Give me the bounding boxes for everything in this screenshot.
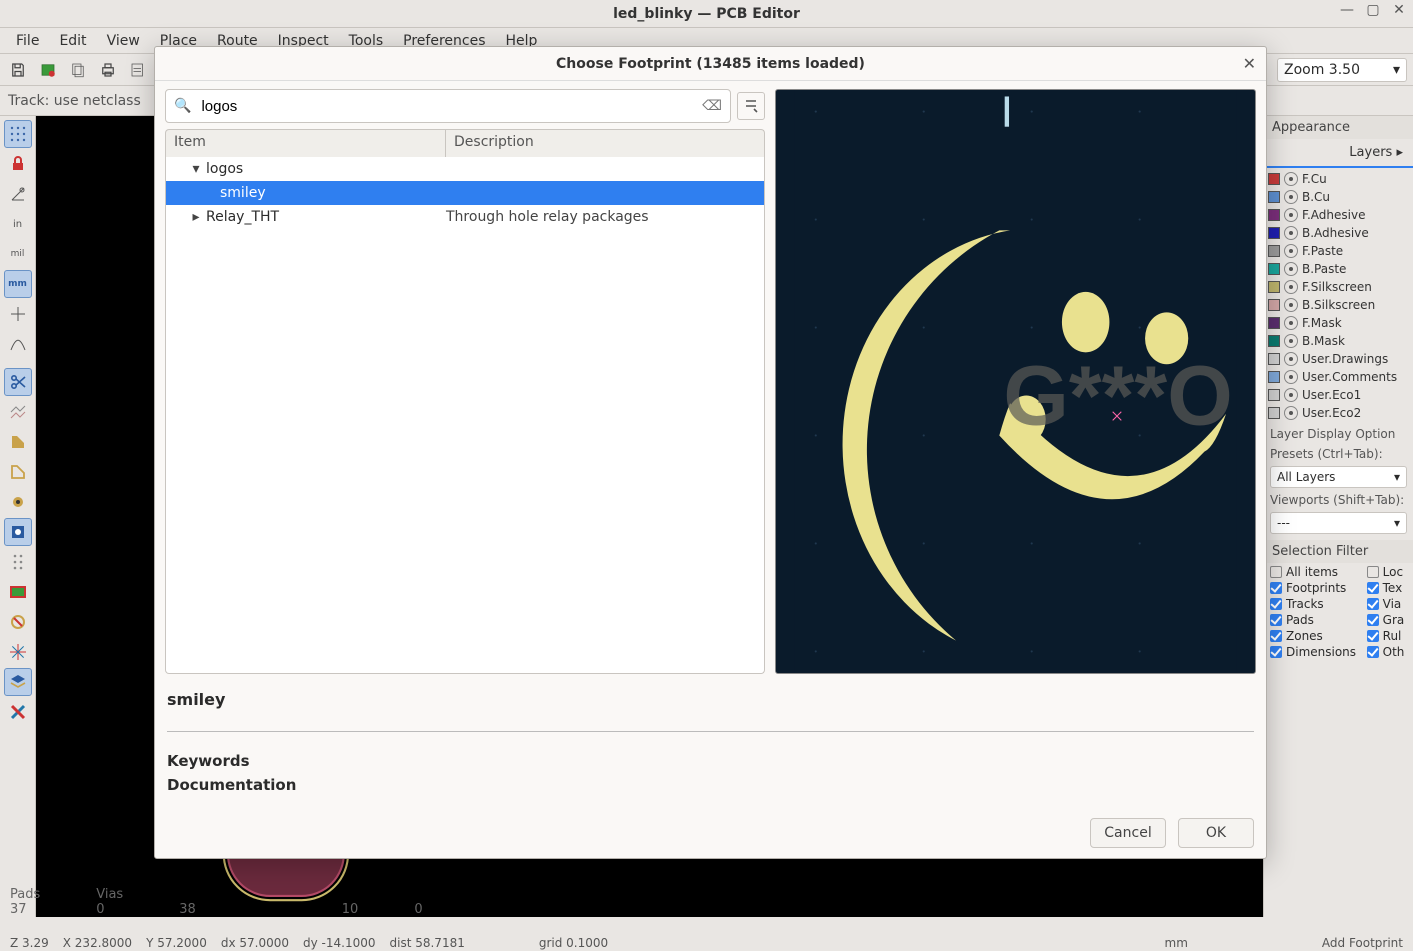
cancel-button[interactable]: Cancel — [1090, 818, 1166, 848]
footprint-preview[interactable]: G***O — [775, 89, 1256, 674]
modal-backdrop: Choose Footprint (13485 items loaded) ✕ … — [0, 0, 1413, 951]
dialog-close-button[interactable]: ✕ — [1243, 54, 1256, 73]
detail-keywords-label: Keywords — [167, 752, 1254, 770]
disclosure-triangle-open-icon[interactable]: ▾ — [190, 161, 202, 177]
footprint-tree[interactable]: ▾logos smiley ▸Relay_THT Through hole re… — [165, 157, 765, 674]
footprint-details: smiley Keywords Documentation — [165, 684, 1256, 810]
choose-footprint-dialog: Choose Footprint (13485 items loaded) ✕ … — [154, 46, 1267, 859]
dialog-title: Choose Footprint (13485 items loaded) ✕ — [155, 47, 1266, 81]
col-description[interactable]: Description — [446, 130, 542, 157]
search-input[interactable] — [199, 97, 694, 116]
disclosure-triangle-closed-icon[interactable]: ▸ — [190, 209, 202, 225]
tree-header: Item Description — [165, 129, 765, 157]
preview-watermark: G***O — [1003, 349, 1232, 443]
dialog-footer: Cancel OK — [155, 810, 1266, 858]
detail-name: smiley — [167, 690, 1254, 709]
tree-lib-logos[interactable]: ▾logos — [166, 157, 764, 181]
clear-search-icon[interactable]: ⌫ — [702, 98, 722, 114]
search-icon: 🔍 — [174, 98, 191, 114]
tree-item-smiley[interactable]: smiley — [166, 181, 764, 205]
col-item[interactable]: Item — [166, 130, 446, 157]
search-input-wrapper: 🔍 ⌫ — [165, 89, 731, 123]
ok-button[interactable]: OK — [1178, 818, 1254, 848]
detail-documentation-label: Documentation — [167, 776, 1254, 794]
tree-lib-relay-tht[interactable]: ▸Relay_THT Through hole relay packages — [166, 205, 764, 229]
select-with-filter-button[interactable] — [737, 92, 765, 120]
